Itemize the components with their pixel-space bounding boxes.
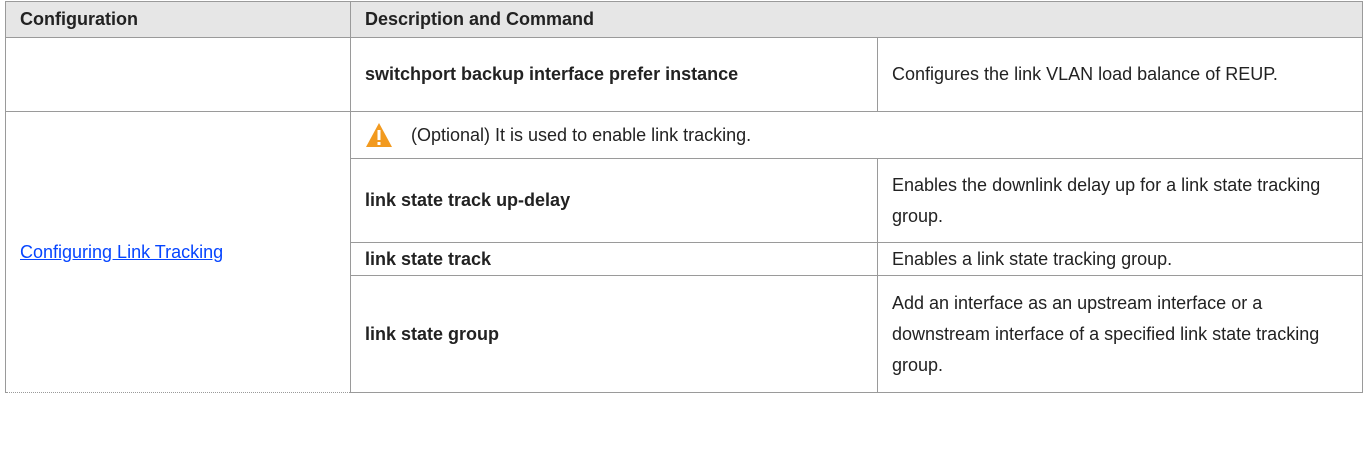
command-cell: link state track up-delay [350, 158, 878, 243]
warning-icon [365, 122, 393, 148]
description-cell: Enables the downlink delay up for a link… [877, 158, 1363, 243]
configuration-table: Configuration Description and Command sw… [5, 1, 1363, 393]
command-cell: switchport backup interface prefer insta… [350, 37, 878, 112]
command-cell: link state group [350, 275, 878, 393]
configuration-cell: Configuring Link Tracking [5, 111, 351, 393]
command-cell: link state track [350, 242, 878, 276]
configuring-link-tracking-link[interactable]: Configuring Link Tracking [20, 242, 223, 262]
note-row: Configuring Link Tracking (Optional) It … [5, 111, 1363, 393]
note-text: (Optional) It is used to enable link tra… [411, 124, 752, 145]
description-cell: Add an interface as an upstream interfac… [877, 275, 1363, 393]
description-cell: Configures the link VLAN load balance of… [877, 37, 1363, 112]
header-description-command: Description and Command [350, 1, 1363, 38]
table-header-row: Configuration Description and Command [5, 1, 1363, 38]
configuration-cell-empty [5, 37, 351, 112]
table-row: switchport backup interface prefer insta… [5, 37, 1363, 112]
description-cell: Enables a link state tracking group. [877, 242, 1363, 276]
header-configuration: Configuration [5, 1, 351, 38]
note-cell: (Optional) It is used to enable link tra… [350, 111, 1363, 159]
